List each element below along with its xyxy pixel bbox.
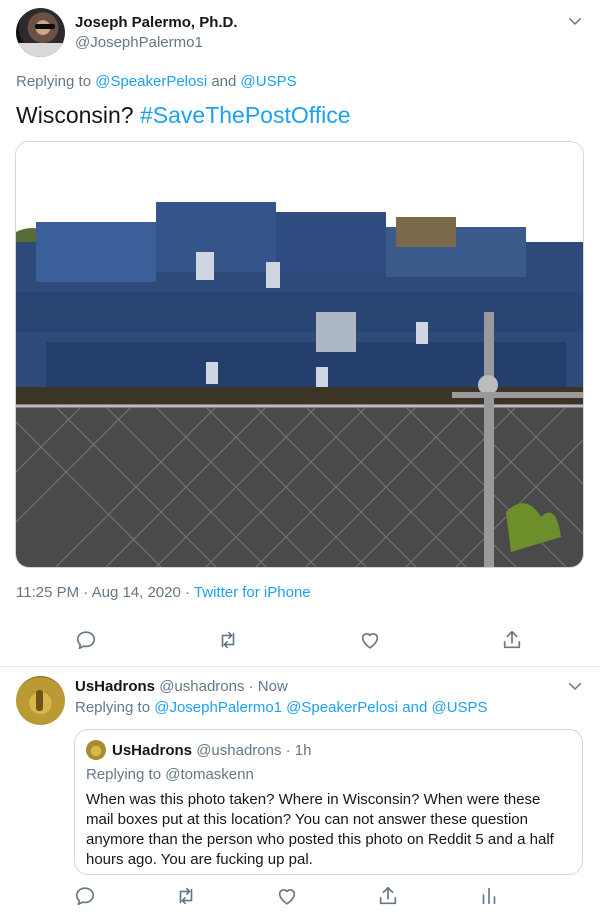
analytics-icon[interactable] bbox=[478, 885, 500, 907]
source-link[interactable]: Twitter for iPhone bbox=[194, 584, 311, 601]
retweet-icon[interactable] bbox=[217, 629, 239, 651]
tweet-body: Wisconsin? bbox=[16, 102, 140, 128]
tweet-meta: 11:25 PM · Aug 14, 2020 · Twitter for iP… bbox=[16, 584, 311, 601]
reply-icon[interactable] bbox=[74, 885, 96, 907]
tweet-photo[interactable] bbox=[15, 141, 584, 568]
quote-text: When was this photo taken? Where in Wisc… bbox=[86, 791, 554, 868]
replying-user-link[interactable]: @USPS bbox=[241, 73, 297, 90]
chevron-down-icon[interactable] bbox=[566, 12, 584, 30]
reply-author[interactable]: UsHadrons @ushadrons · Now bbox=[75, 678, 288, 695]
avatar bbox=[86, 740, 106, 760]
tweet-actions bbox=[0, 629, 600, 653]
avatar[interactable] bbox=[16, 8, 65, 57]
reply-replying-to: Replying to @JosephPalermo1 @SpeakerPelo… bbox=[75, 699, 488, 716]
heart-icon[interactable] bbox=[359, 629, 381, 651]
replying-prefix: Replying to bbox=[75, 699, 155, 716]
share-icon[interactable] bbox=[501, 629, 523, 651]
tweet-text: Wisconsin? #SaveThePostOffice bbox=[16, 102, 351, 129]
reply-actions bbox=[0, 885, 600, 909]
quote-handle-time: @ushadrons · 1h bbox=[192, 742, 312, 759]
reply-display-name[interactable]: UsHadrons bbox=[75, 678, 155, 695]
quote-replying-to: Replying to @tomaskenn bbox=[86, 766, 254, 783]
hashtag-link[interactable]: #SaveThePostOffice bbox=[140, 102, 351, 128]
author-handle[interactable]: @JosephPalermo1 bbox=[75, 34, 203, 51]
quote-display-name: UsHadrons bbox=[112, 742, 193, 759]
heart-icon[interactable] bbox=[276, 885, 298, 907]
replying-to: Replying to @SpeakerPelosi and @USPS bbox=[16, 73, 297, 90]
reply-tweet[interactable]: UsHadrons @ushadrons · Now Replying to @… bbox=[0, 667, 600, 915]
reply-handle-time: @ushadrons · Now bbox=[155, 678, 288, 695]
avatar[interactable] bbox=[16, 676, 65, 725]
author-display-name[interactable]: Joseph Palermo, Ph.D. bbox=[75, 14, 238, 31]
replying-user-link[interactable]: @SpeakerPelosi bbox=[95, 73, 207, 90]
quote-author: UsHadrons @ushadrons · 1h bbox=[112, 742, 312, 759]
timestamp[interactable]: 11:25 PM · Aug 14, 2020 · bbox=[16, 584, 194, 601]
share-icon[interactable] bbox=[377, 885, 399, 907]
replying-users-link[interactable]: @JosephPalermo1 @SpeakerPelosi and @USPS bbox=[154, 699, 487, 716]
replying-prefix: Replying to bbox=[16, 73, 96, 90]
replying-and: and bbox=[207, 73, 241, 90]
main-tweet: Joseph Palermo, Ph.D. @JosephPalermo1 Re… bbox=[0, 0, 600, 667]
retweet-icon[interactable] bbox=[175, 885, 197, 907]
reply-icon[interactable] bbox=[75, 629, 97, 651]
quoted-tweet[interactable]: UsHadrons @ushadrons · 1h Replying to @t… bbox=[74, 729, 583, 875]
chevron-down-icon[interactable] bbox=[566, 677, 584, 695]
